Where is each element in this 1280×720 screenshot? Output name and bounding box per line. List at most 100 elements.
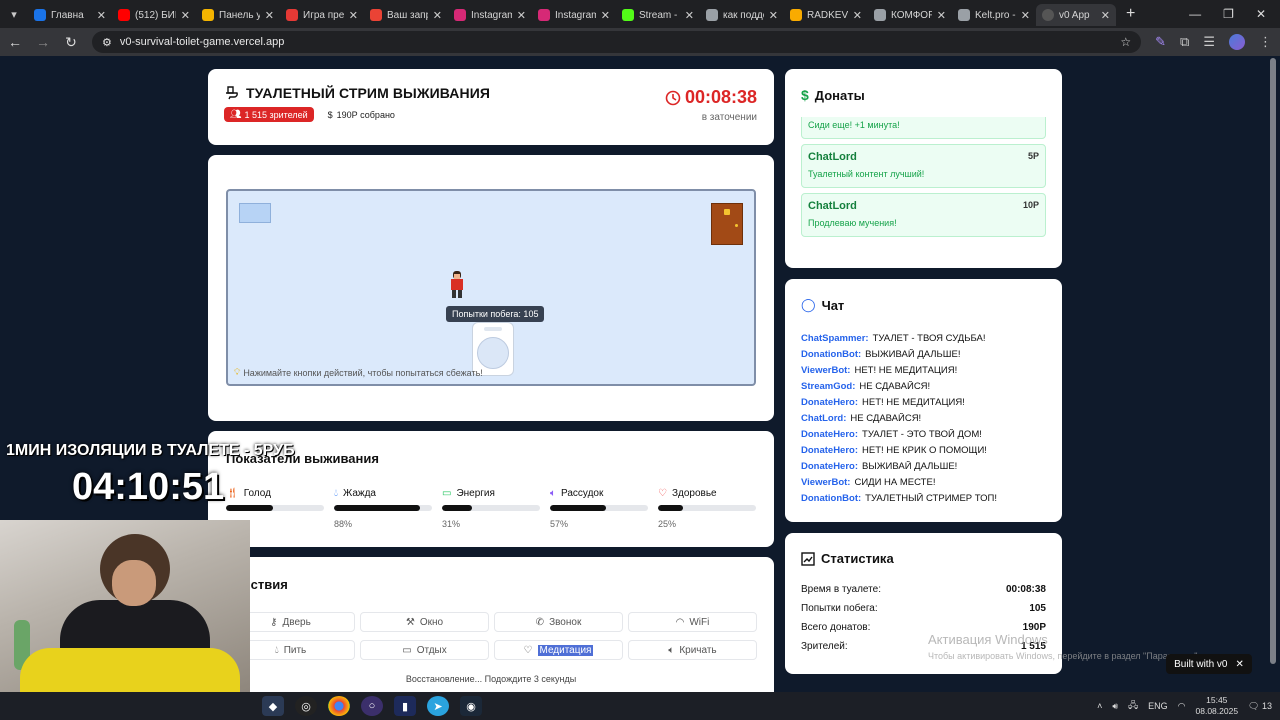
chat-list[interactable]: ChatSpammer: ТУАЛЕТ - ТВОЯ СУДЬБА! Donatio… <box>801 333 1046 509</box>
volume-icon: 🔈︎ <box>668 644 675 656</box>
extensions-icon[interactable]: ⧉ <box>1180 34 1189 50</box>
chat-username: DonationBot: <box>801 349 862 360</box>
tab-0[interactable]: Главна ✕ <box>28 4 112 26</box>
statistic-label: Попытки побега: <box>801 603 878 614</box>
tab-10[interactable]: КОМФОР ✕ <box>868 4 952 26</box>
restore-icon[interactable]: ❐ <box>1223 7 1234 21</box>
tab-title: КОМФОР <box>891 9 932 21</box>
webcam-face <box>112 560 156 606</box>
tab-7[interactable]: Stream - K ✕ <box>616 4 700 26</box>
close-tab-icon[interactable]: ✕ <box>433 9 442 22</box>
stat-3: 🔈︎ Рассудок 57% <box>550 488 648 529</box>
close-tab-icon[interactable]: ✕ <box>601 9 610 22</box>
taskbar-app-1-icon[interactable]: ◆ <box>262 696 284 716</box>
minimize-icon[interactable]: — <box>1189 7 1201 21</box>
extension-pen-icon[interactable]: ✎ <box>1155 34 1166 50</box>
donations-list[interactable]: DonateHero5РСиди еще! +1 минута! ChatLord… <box>801 117 1046 259</box>
new-tab-button[interactable]: + <box>1116 5 1145 23</box>
close-window-icon[interactable]: ✕ <box>1256 7 1266 21</box>
close-tab-icon[interactable]: ✕ <box>937 9 946 22</box>
built-with-v0-badge[interactable]: Built with v0 ✕ <box>1166 654 1252 674</box>
obs-icon[interactable]: ◎ <box>295 696 317 716</box>
chart-icon <box>801 551 815 566</box>
site-info-icon[interactable]: ⚙ <box>102 36 112 49</box>
close-tab-icon[interactable]: ✕ <box>769 9 778 22</box>
close-badge-icon[interactable]: ✕ <box>1235 659 1243 670</box>
tray-wifi-icon[interactable]: ◠ <box>1178 701 1186 712</box>
tab-9[interactable]: RADKEVIC ✕ <box>784 4 868 26</box>
tab-11[interactable]: Kelt.pro - ✕ <box>952 4 1036 26</box>
action-button-5[interactable]: ▭ Отдых <box>360 640 489 660</box>
tray-volume-icon[interactable]: 🔊︎ <box>1112 701 1118 712</box>
tab-title: (512) БИБ <box>135 9 176 21</box>
tray-network-icon[interactable]: 🖧︎ <box>1128 698 1138 714</box>
stat-progress-fill <box>334 505 421 511</box>
tray-chevron-icon[interactable]: ˄ <box>1097 701 1102 711</box>
close-tab-icon[interactable]: ✕ <box>265 9 274 22</box>
close-tab-icon[interactable]: ✕ <box>1101 9 1110 22</box>
player-character <box>451 271 463 298</box>
telegram-icon[interactable]: ➤ <box>427 696 449 716</box>
media-icon[interactable]: ☰ <box>1203 34 1215 50</box>
url-field[interactable]: ⚙ v0-survival-toilet-game.vercel.app ☆ <box>92 31 1142 53</box>
close-tab-icon[interactable]: ✕ <box>349 9 358 22</box>
door-object[interactable] <box>711 203 743 245</box>
steam-icon[interactable]: ◉ <box>460 696 482 716</box>
menu-dots-icon[interactable]: ⋮ <box>1259 34 1272 50</box>
action-button-6[interactable]: ♡ Медитация <box>494 640 623 660</box>
stat-value: 25% <box>658 519 677 529</box>
donations-title-text: Донаты <box>814 87 865 103</box>
tab-8[interactable]: как подде ✕ <box>700 4 784 26</box>
heart-icon: ♡ <box>658 488 667 499</box>
toolbar-right: ✎ ⧉ ☰ ⋮ <box>1155 34 1272 50</box>
chat-username: ViewerBot: <box>801 477 851 488</box>
stat-progress-bar <box>442 505 540 511</box>
tab-favicon-icon <box>790 9 802 21</box>
close-tab-icon[interactable]: ✕ <box>517 9 526 22</box>
tab-favicon-icon <box>538 9 550 21</box>
chrome-icon[interactable] <box>328 696 350 716</box>
action-button-1[interactable]: ⚒ Окно <box>360 612 489 632</box>
close-tab-icon[interactable]: ✕ <box>853 9 862 22</box>
bookmark-star-icon[interactable]: ☆ <box>1120 35 1131 49</box>
close-tab-icon[interactable]: ✕ <box>685 9 694 22</box>
action-button-label: WiFi <box>689 616 710 628</box>
action-button-label: Кричать <box>679 644 717 656</box>
page-scrollbar[interactable] <box>1270 58 1276 664</box>
chat-text: СИДИ НА МЕСТЕ! <box>854 477 936 488</box>
chat-message: ViewerBot: СИДИ НА МЕСТЕ! <box>801 477 1046 493</box>
window-controls: — ❐ ✕ <box>1189 7 1280 21</box>
toilet-icon <box>226 86 238 100</box>
tab-active[interactable]: v0 App ✕ <box>1036 4 1116 26</box>
tab-search-chevron-icon[interactable]: ▾ <box>0 0 28 28</box>
statistic-value: 105 <box>1029 603 1046 614</box>
app-circle-icon[interactable]: ○ <box>361 696 383 716</box>
bars-app-icon[interactable]: ▮ <box>394 696 416 716</box>
phone-icon: ✆ <box>535 616 545 628</box>
action-button-2[interactable]: ✆ Звонок <box>494 612 623 632</box>
close-tab-icon[interactable]: ✕ <box>181 9 190 22</box>
tab-favicon-icon <box>958 9 970 21</box>
action-button-7[interactable]: 🔈︎ Кричать <box>628 640 757 660</box>
profile-avatar[interactable] <box>1229 34 1245 50</box>
window-object[interactable] <box>239 203 271 223</box>
reload-icon[interactable]: ↻ <box>64 34 78 51</box>
back-icon[interactable]: ← <box>8 34 22 50</box>
tab-6[interactable]: Instagram ✕ <box>532 4 616 26</box>
tab-2[interactable]: Панель уп ✕ <box>196 4 280 26</box>
clock-time: 15:45 <box>1206 695 1228 705</box>
taskbar-clock[interactable]: 15:45 08.08.2025 <box>1196 695 1239 717</box>
donation-message: Продлеваю мучения! <box>808 218 897 228</box>
tab-4[interactable]: Ваш запро ✕ <box>364 4 448 26</box>
close-tab-icon[interactable]: ✕ <box>1021 9 1030 22</box>
chat-message: DonateHero: ТУАЛЕТ - ЭТО ТВОЙ ДОМ! <box>801 429 1046 445</box>
tab-1[interactable]: (512) БИБ ✕ <box>112 4 196 26</box>
action-button-3[interactable]: ◠ WiFi <box>628 612 757 632</box>
close-tab-icon[interactable]: ✕ <box>97 9 106 22</box>
tab-5[interactable]: Instagram ✕ <box>448 4 532 26</box>
tab-3[interactable]: Игра прес ✕ <box>280 4 364 26</box>
forward-icon[interactable]: → <box>36 34 50 50</box>
notification-icon[interactable]: 🗨︎ 13 <box>1248 701 1272 712</box>
language-indicator[interactable]: ENG <box>1148 701 1168 711</box>
chat-username: ViewerBot: <box>801 365 851 376</box>
